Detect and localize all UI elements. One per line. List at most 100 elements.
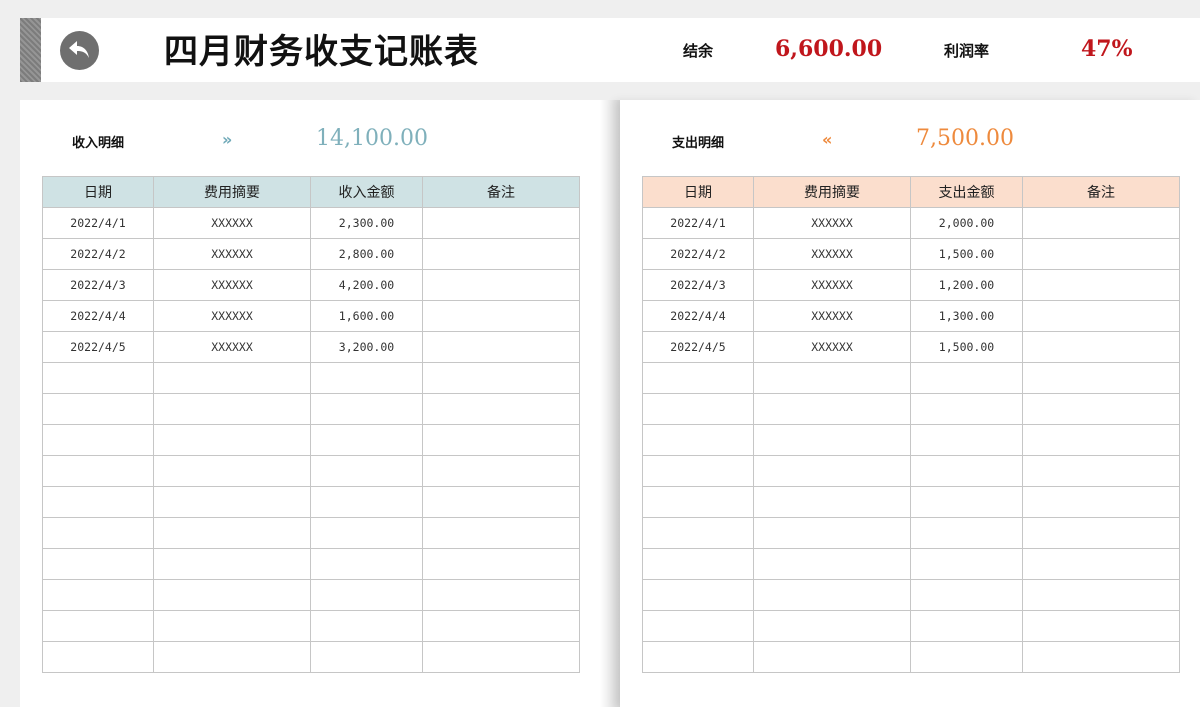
expense-note-cell[interactable] [1022, 393, 1180, 425]
income-date-cell[interactable]: 2022/4/4 [42, 300, 154, 332]
income-note-cell[interactable] [422, 641, 580, 673]
income-summary-cell[interactable]: XXXXXX [153, 269, 311, 301]
expense-date-cell[interactable] [642, 424, 754, 456]
expense-note-cell[interactable] [1022, 486, 1180, 518]
income-summary-cell[interactable] [153, 424, 311, 456]
income-date-cell[interactable] [42, 610, 154, 642]
income-amount-cell[interactable]: 1,600.00 [310, 300, 423, 332]
income-date-cell[interactable]: 2022/4/2 [42, 238, 154, 270]
income-summary-cell[interactable] [153, 641, 311, 673]
expense-summary-cell[interactable]: XXXXXX [753, 207, 911, 239]
income-note-cell[interactable] [422, 610, 580, 642]
income-summary-cell[interactable] [153, 548, 311, 580]
expense-summary-cell[interactable]: XXXXXX [753, 238, 911, 270]
expense-summary-cell[interactable] [753, 455, 911, 487]
expense-amount-cell[interactable]: 2,000.00 [910, 207, 1023, 239]
income-note-cell[interactable] [422, 548, 580, 580]
expense-amount-cell[interactable]: 1,300.00 [910, 300, 1023, 332]
expense-summary-cell[interactable] [753, 579, 911, 611]
expense-note-cell[interactable] [1022, 424, 1180, 456]
income-summary-cell[interactable] [153, 579, 311, 611]
income-date-cell[interactable] [42, 641, 154, 673]
expense-amount-cell[interactable]: 1,500.00 [910, 331, 1023, 363]
income-note-cell[interactable] [422, 517, 580, 549]
expense-date-cell[interactable] [642, 517, 754, 549]
income-amount-cell[interactable] [310, 517, 423, 549]
income-amount-cell[interactable]: 2,300.00 [310, 207, 423, 239]
income-amount-cell[interactable] [310, 579, 423, 611]
income-date-cell[interactable] [42, 548, 154, 580]
income-amount-cell[interactable] [310, 548, 423, 580]
expense-amount-cell[interactable] [910, 393, 1023, 425]
expense-amount-cell[interactable] [910, 424, 1023, 456]
income-amount-cell[interactable]: 2,800.00 [310, 238, 423, 270]
expense-amount-cell[interactable] [910, 610, 1023, 642]
income-note-cell[interactable] [422, 331, 580, 363]
income-note-cell[interactable] [422, 362, 580, 394]
income-summary-cell[interactable]: XXXXXX [153, 300, 311, 332]
income-note-cell[interactable] [422, 238, 580, 270]
income-amount-cell[interactable]: 3,200.00 [310, 331, 423, 363]
expense-summary-cell[interactable]: XXXXXX [753, 331, 911, 363]
income-date-cell[interactable] [42, 486, 154, 518]
income-amount-cell[interactable] [310, 486, 423, 518]
expense-note-cell[interactable] [1022, 269, 1180, 301]
expense-summary-cell[interactable] [753, 548, 911, 580]
income-amount-cell[interactable] [310, 424, 423, 456]
income-summary-cell[interactable] [153, 517, 311, 549]
income-date-cell[interactable] [42, 455, 154, 487]
income-note-cell[interactable] [422, 424, 580, 456]
expense-date-cell[interactable] [642, 579, 754, 611]
income-summary-cell[interactable] [153, 455, 311, 487]
expense-date-cell[interactable] [642, 548, 754, 580]
income-date-cell[interactable]: 2022/4/5 [42, 331, 154, 363]
income-note-cell[interactable] [422, 455, 580, 487]
income-date-cell[interactable] [42, 424, 154, 456]
expense-date-cell[interactable]: 2022/4/3 [642, 269, 754, 301]
income-date-cell[interactable] [42, 362, 154, 394]
income-summary-cell[interactable]: XXXXXX [153, 331, 311, 363]
expense-note-cell[interactable] [1022, 455, 1180, 487]
income-date-cell[interactable] [42, 579, 154, 611]
income-summary-cell[interactable]: XXXXXX [153, 238, 311, 270]
expense-amount-cell[interactable] [910, 362, 1023, 394]
expense-date-cell[interactable] [642, 455, 754, 487]
income-amount-cell[interactable] [310, 362, 423, 394]
expense-amount-cell[interactable] [910, 455, 1023, 487]
expense-date-cell[interactable] [642, 610, 754, 642]
expense-note-cell[interactable] [1022, 517, 1180, 549]
income-amount-cell[interactable] [310, 610, 423, 642]
income-note-cell[interactable] [422, 207, 580, 239]
expense-amount-cell[interactable] [910, 579, 1023, 611]
expense-note-cell[interactable] [1022, 610, 1180, 642]
expense-amount-cell[interactable]: 1,200.00 [910, 269, 1023, 301]
expense-summary-cell[interactable] [753, 424, 911, 456]
back-button[interactable] [60, 31, 99, 70]
expense-summary-cell[interactable] [753, 393, 911, 425]
expense-summary-cell[interactable] [753, 486, 911, 518]
expense-note-cell[interactable] [1022, 238, 1180, 270]
expense-date-cell[interactable]: 2022/4/1 [642, 207, 754, 239]
expense-summary-cell[interactable] [753, 610, 911, 642]
expense-note-cell[interactable] [1022, 548, 1180, 580]
expense-note-cell[interactable] [1022, 300, 1180, 332]
income-amount-cell[interactable] [310, 455, 423, 487]
income-date-cell[interactable] [42, 517, 154, 549]
expense-note-cell[interactable] [1022, 641, 1180, 673]
income-amount-cell[interactable] [310, 641, 423, 673]
income-note-cell[interactable] [422, 300, 580, 332]
income-summary-cell[interactable]: XXXXXX [153, 207, 311, 239]
expense-date-cell[interactable] [642, 641, 754, 673]
expense-summary-cell[interactable]: XXXXXX [753, 300, 911, 332]
expense-date-cell[interactable] [642, 486, 754, 518]
expense-date-cell[interactable] [642, 393, 754, 425]
income-note-cell[interactable] [422, 269, 580, 301]
income-date-cell[interactable]: 2022/4/3 [42, 269, 154, 301]
expense-amount-cell[interactable] [910, 486, 1023, 518]
income-summary-cell[interactable] [153, 362, 311, 394]
income-amount-cell[interactable] [310, 393, 423, 425]
expense-amount-cell[interactable] [910, 517, 1023, 549]
expense-date-cell[interactable]: 2022/4/2 [642, 238, 754, 270]
expense-note-cell[interactable] [1022, 362, 1180, 394]
income-note-cell[interactable] [422, 486, 580, 518]
